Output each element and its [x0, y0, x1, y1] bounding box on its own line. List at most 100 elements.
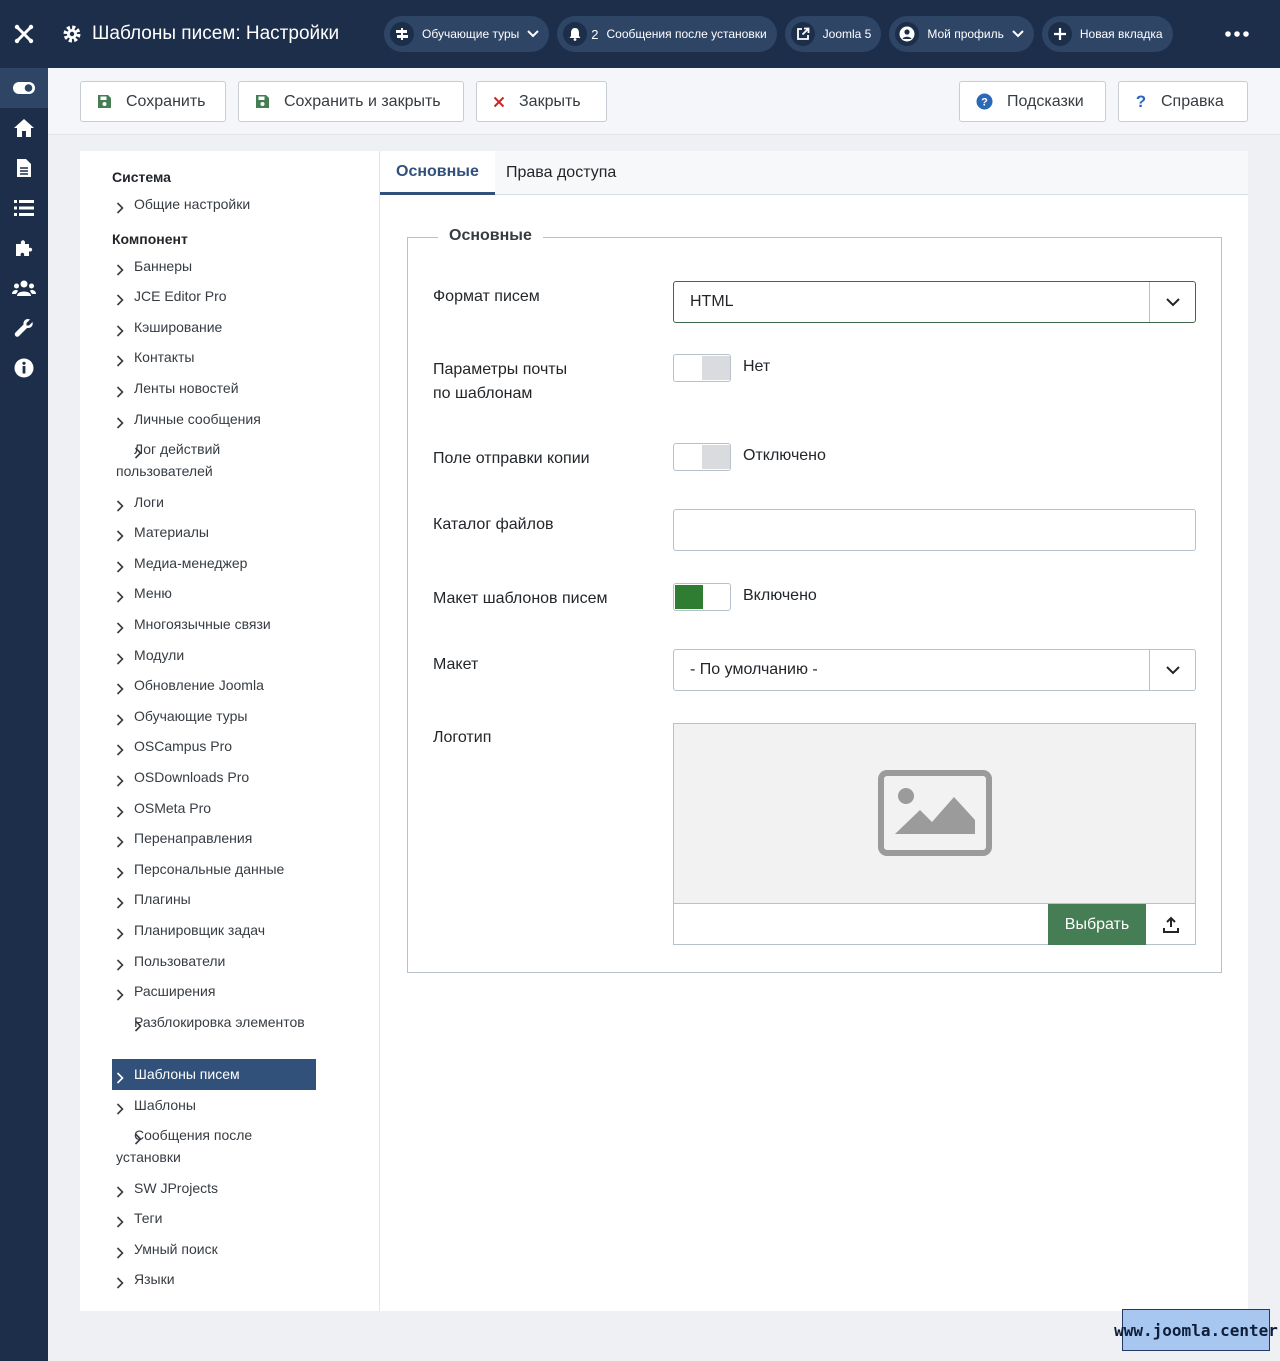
chevron-right-icon — [116, 1212, 124, 1234]
nav-item[interactable]: Сообщения после установки — [112, 1124, 316, 1168]
chevron-right-icon — [116, 740, 124, 762]
nav-item[interactable]: OSCampus Pro — [112, 735, 316, 757]
chevron-right-icon — [116, 1243, 124, 1265]
question-mark-icon: ? — [1136, 93, 1146, 110]
nav-item[interactable]: Лог действий пользователей — [112, 438, 316, 482]
help-button[interactable]: ? Справка — [1118, 81, 1248, 122]
template-mail-config-label: Параметры почты по шаблонам — [433, 361, 568, 402]
content-file-icon[interactable] — [0, 148, 48, 188]
chevron-right-icon — [116, 893, 124, 915]
nav-item[interactable]: Ленты новостей — [112, 377, 316, 399]
floppy-disk-icon — [98, 95, 111, 108]
chevron-right-icon — [116, 382, 124, 404]
joomla-site-link[interactable]: Joomla 5 — [784, 16, 882, 52]
fieldset-legend: Основные — [438, 227, 543, 245]
menus-list-icon[interactable] — [0, 188, 48, 228]
nav-item[interactable]: Языки — [112, 1268, 316, 1290]
nav-item[interactable]: Модули — [112, 644, 316, 666]
attachment-dir-input[interactable] — [673, 509, 1196, 551]
mail-layout-enable-switch[interactable] — [673, 583, 731, 611]
nav-item[interactable]: Обновление Joomla — [112, 674, 316, 696]
chevron-right-icon — [116, 1129, 142, 1151]
nav-item[interactable]: JCE Editor Pro — [112, 285, 316, 307]
chevron-right-icon — [116, 1273, 124, 1295]
nav-item[interactable]: OSDownloads Pro — [112, 766, 316, 788]
nav-item[interactable]: Баннеры — [112, 255, 316, 277]
chevron-down-icon — [1012, 27, 1024, 41]
chevron-right-icon — [116, 771, 124, 793]
system-wrench-icon[interactable] — [0, 308, 48, 348]
nav-item-global-config[interactable]: Общие настройки — [112, 193, 316, 215]
upload-icon[interactable] — [1146, 904, 1195, 945]
new-tab-button[interactable]: Новая вкладка — [1041, 16, 1173, 52]
layout-select[interactable]: - По умолчанию - — [673, 649, 1196, 691]
close-icon — [493, 96, 505, 107]
logo-path-bar: Выбрать — [674, 903, 1195, 945]
nav-item[interactable]: Обучающие туры — [112, 705, 316, 727]
watermark-badge: www.joomla.center — [1114, 1309, 1278, 1351]
nav-item[interactable]: Планировщик задач — [112, 919, 316, 941]
chevron-right-icon — [116, 260, 124, 282]
info-circle-icon[interactable] — [0, 348, 48, 388]
nav-item[interactable]: Меню — [112, 582, 316, 604]
nav-item[interactable]: Медиа-менеджер — [112, 552, 316, 574]
more-options-icon[interactable] — [1222, 24, 1252, 44]
nav-item[interactable]: Материалы — [112, 521, 316, 543]
chevron-right-icon — [116, 802, 124, 824]
my-profile-menu[interactable]: Мой профиль — [889, 16, 1034, 52]
nav-item[interactable]: OSMeta Pro — [112, 797, 316, 819]
nav-item[interactable]: Кэширование — [112, 316, 316, 338]
nav-item[interactable]: Шаблоны — [112, 1094, 316, 1116]
nav-item-mail-templates-active[interactable]: Шаблоны писем — [112, 1059, 316, 1090]
post-install-messages-button[interactable]: 2 Сообщения после установки — [557, 16, 777, 52]
chevron-right-icon — [116, 1099, 124, 1121]
nav-item[interactable]: Логи — [112, 491, 316, 513]
save-button[interactable]: Сохранить — [80, 81, 226, 122]
chevron-right-icon — [116, 924, 124, 946]
guided-tours-menu[interactable]: Обучающие туры — [384, 16, 550, 52]
svg-text:?: ? — [981, 97, 988, 109]
select-media-button[interactable]: Выбрать — [1048, 904, 1146, 945]
nav-item[interactable]: Контакты — [112, 346, 316, 368]
home-icon[interactable] — [0, 108, 48, 148]
message-count-badge: 2 — [591, 26, 599, 42]
extensions-puzzle-icon[interactable] — [0, 228, 48, 268]
nav-item[interactable]: Личные сообщения — [112, 408, 316, 430]
nav-item[interactable]: Перенаправления — [112, 827, 316, 849]
nav-item[interactable]: Персональные данные — [112, 858, 316, 880]
floppy-disk-icon — [256, 95, 269, 108]
nav-item[interactable]: Пользователи — [112, 950, 316, 972]
close-button[interactable]: Закрыть — [476, 81, 607, 122]
chevron-right-icon — [116, 832, 124, 854]
logo-media-field: Выбрать — [673, 723, 1196, 945]
top-header: Шаблоны писем: Настройки Обучающие туры … — [0, 0, 1280, 68]
chevron-right-icon — [116, 587, 124, 609]
users-group-icon[interactable] — [0, 268, 48, 308]
chevron-right-icon — [116, 413, 124, 435]
nav-item[interactable]: Многоязычные связи — [112, 613, 316, 635]
toolbar: Сохранить Сохранить и закрыть Закрыть ? … — [48, 68, 1280, 135]
plus-icon — [1047, 22, 1072, 46]
mail-format-select[interactable]: HTML — [673, 281, 1196, 323]
template-mail-config-switch[interactable] — [673, 354, 731, 382]
hints-button[interactable]: ? Подсказки — [959, 81, 1106, 122]
copy-field-label: Поле отправки копии — [433, 450, 590, 467]
chevron-right-icon — [116, 710, 124, 732]
joomla-logo-icon[interactable] — [0, 0, 48, 68]
chevron-right-icon — [116, 1182, 124, 1204]
tab-permissions[interactable]: Права доступа — [490, 151, 632, 195]
bell-icon — [563, 22, 588, 46]
nav-item[interactable]: Расширения — [112, 980, 316, 1002]
copy-field-switch[interactable] — [673, 443, 731, 471]
chevron-right-icon — [116, 985, 124, 1007]
nav-item[interactable]: Разблокировка элементов — [112, 1011, 316, 1033]
tab-basic[interactable]: Основные — [380, 151, 495, 195]
nav-item[interactable]: Теги — [112, 1207, 316, 1229]
attachment-dir-label: Каталог файлов — [433, 516, 554, 533]
nav-item[interactable]: Плагины — [112, 888, 316, 910]
nav-item[interactable]: Умный поиск — [112, 1238, 316, 1260]
save-and-close-button[interactable]: Сохранить и закрыть — [238, 81, 464, 122]
nav-item[interactable]: SW JProjects — [112, 1177, 316, 1199]
toggle-menu-icon[interactable] — [0, 68, 48, 108]
svg-text:?: ? — [1136, 93, 1146, 110]
